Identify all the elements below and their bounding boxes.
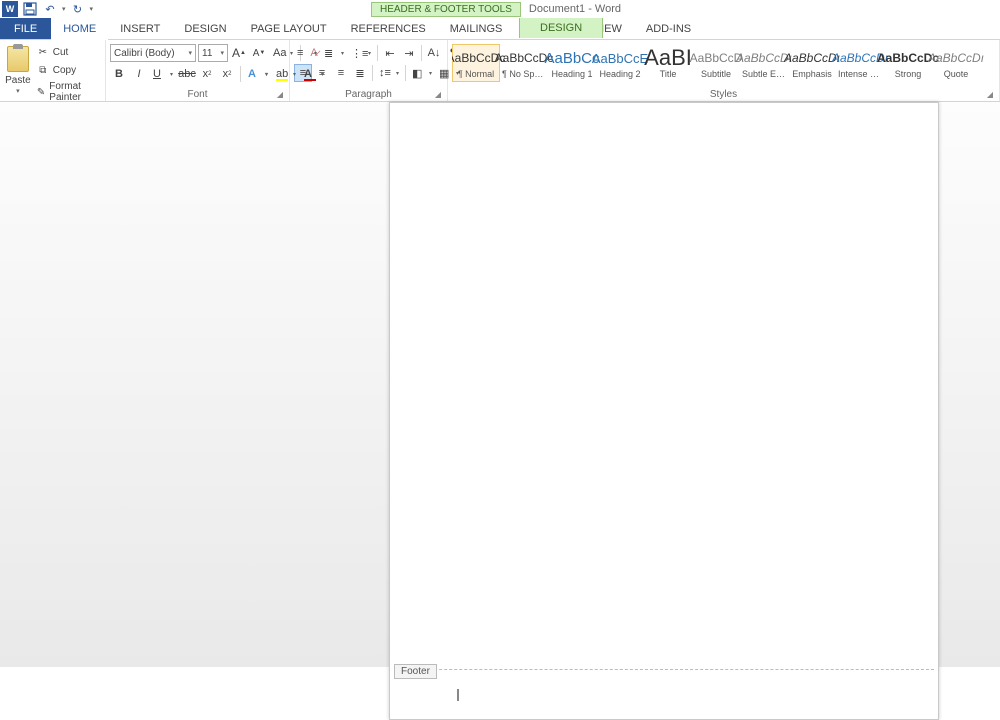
style-label: Heading 1: [550, 69, 594, 79]
style-label: Strong: [886, 69, 930, 79]
increase-indent-icon[interactable]: ⇥: [400, 44, 418, 62]
align-right-icon[interactable]: ≡: [332, 64, 350, 82]
save-icon[interactable]: [22, 1, 38, 17]
footer-separator: [394, 669, 934, 670]
bullets-icon[interactable]: ≡: [294, 44, 320, 62]
shrink-font-icon[interactable]: A▼: [250, 44, 268, 62]
style--no-spac-[interactable]: AaBbCcDc¶ No Spac...: [500, 44, 548, 82]
qat-customize[interactable]: ▾: [90, 5, 94, 13]
copy-button[interactable]: ⧉ Copy: [34, 62, 101, 78]
cut-label: Cut: [53, 47, 69, 58]
copy-label: Copy: [53, 65, 76, 76]
font-name-value: Calibri (Body): [114, 48, 175, 59]
tab-references[interactable]: REFERENCES: [339, 18, 438, 39]
style-emphasis[interactable]: AaBbCcDıEmphasis: [788, 44, 836, 82]
footer-tab-label: Footer: [394, 664, 437, 679]
word-app-icon: W: [2, 1, 18, 17]
format-painter-button[interactable]: ✎ Format Painter: [34, 80, 101, 104]
style-preview: AaBbCcD: [690, 47, 743, 69]
tab-header-footer-design[interactable]: DESIGN: [519, 18, 603, 38]
copy-icon: ⧉: [36, 63, 50, 77]
style-heading-2[interactable]: AaBbCcEHeading 2: [596, 44, 644, 82]
tab-mailings[interactable]: MAILINGS: [438, 18, 515, 39]
paste-label: Paste: [5, 75, 31, 86]
shading-icon[interactable]: ◧: [409, 64, 435, 82]
style-label: Heading 2: [598, 69, 642, 79]
grow-font-icon[interactable]: A▲: [230, 44, 248, 62]
font-group-label: Font: [187, 89, 207, 100]
style-label: Intense E...: [838, 69, 882, 79]
paragraph-group-label: Paragraph: [345, 89, 392, 100]
redo-icon[interactable]: ↻: [70, 1, 86, 17]
scissors-icon: ✂: [36, 45, 50, 59]
paste-dropdown[interactable]: ▾: [16, 87, 20, 95]
undo-icon[interactable]: ↶: [42, 1, 58, 17]
style-label: Title: [646, 69, 690, 79]
italic-icon[interactable]: I: [130, 65, 148, 83]
justify-icon[interactable]: ≣: [351, 64, 369, 82]
page[interactable]: Footer: [389, 102, 939, 720]
change-case-icon[interactable]: Aa: [270, 44, 296, 62]
tab-insert[interactable]: INSERT: [108, 18, 172, 39]
superscript-icon[interactable]: x2: [218, 65, 236, 83]
font-launcher[interactable]: ◢: [277, 90, 283, 99]
style-preview: AaBbCcDı: [928, 47, 984, 69]
style-preview: AaBI: [644, 47, 692, 69]
undo-dropdown[interactable]: ▾: [62, 5, 66, 13]
paste-button[interactable]: Paste ▾: [4, 44, 32, 95]
style-heading-1[interactable]: AaBbCcHeading 1: [548, 44, 596, 82]
format-painter-label: Format Painter: [49, 81, 99, 103]
style-label: Subtitle: [694, 69, 738, 79]
font-color-icon[interactable]: A: [301, 65, 327, 83]
cut-button[interactable]: ✂ Cut: [34, 44, 101, 60]
style-label: ¶ No Spac...: [502, 69, 546, 79]
tab-addins[interactable]: ADD-INS: [634, 18, 703, 39]
font-size-combo[interactable]: 11▾: [198, 44, 228, 62]
style-title[interactable]: AaBITitle: [644, 44, 692, 82]
style-preview: AaBbCcE: [592, 47, 648, 69]
style-label: Emphasis: [790, 69, 834, 79]
underline-icon[interactable]: U: [150, 65, 176, 83]
borders-icon[interactable]: ▦: [436, 64, 462, 82]
multilevel-list-icon[interactable]: ⋮≡: [348, 44, 374, 62]
subscript-icon[interactable]: x2: [198, 65, 216, 83]
font-name-combo[interactable]: Calibri (Body)▾: [110, 44, 196, 62]
paragraph-launcher[interactable]: ◢: [435, 90, 441, 99]
strikethrough-icon[interactable]: abc: [178, 65, 196, 83]
line-spacing-icon[interactable]: ↕≡: [376, 64, 402, 82]
document-area: Footer: [0, 102, 1000, 667]
tab-design[interactable]: DESIGN: [172, 18, 238, 39]
numbering-icon[interactable]: ≣: [321, 44, 347, 62]
document-title: Document1 - Word: [521, 3, 629, 15]
brush-icon: ✎: [36, 85, 47, 99]
style-subtitle[interactable]: AaBbCcDSubtitle: [692, 44, 740, 82]
style-label: Quote: [934, 69, 978, 79]
style-quote[interactable]: AaBbCcDıQuote: [932, 44, 980, 82]
styles-group-label: Styles: [710, 89, 737, 100]
tab-file[interactable]: FILE: [0, 18, 51, 39]
text-cursor: [457, 689, 459, 701]
sort-icon[interactable]: A↓: [425, 44, 443, 62]
bold-icon[interactable]: B: [110, 65, 128, 83]
decrease-indent-icon[interactable]: ⇤: [381, 44, 399, 62]
tab-page-layout[interactable]: PAGE LAYOUT: [239, 18, 339, 39]
style-label: Subtle Em...: [742, 69, 786, 79]
style-subtle-em-[interactable]: AaBbCcDıSubtle Em...: [740, 44, 788, 82]
font-size-value: 11: [202, 48, 212, 59]
text-effects-icon[interactable]: A: [245, 65, 271, 83]
contextual-tab-group: HEADER & FOOTER TOOLS: [371, 2, 521, 17]
tab-home[interactable]: HOME: [51, 18, 108, 39]
style-strong[interactable]: AaBbCcDcStrong: [884, 44, 932, 82]
styles-launcher[interactable]: ◢: [987, 90, 993, 99]
highlight-icon[interactable]: ab: [273, 65, 299, 83]
